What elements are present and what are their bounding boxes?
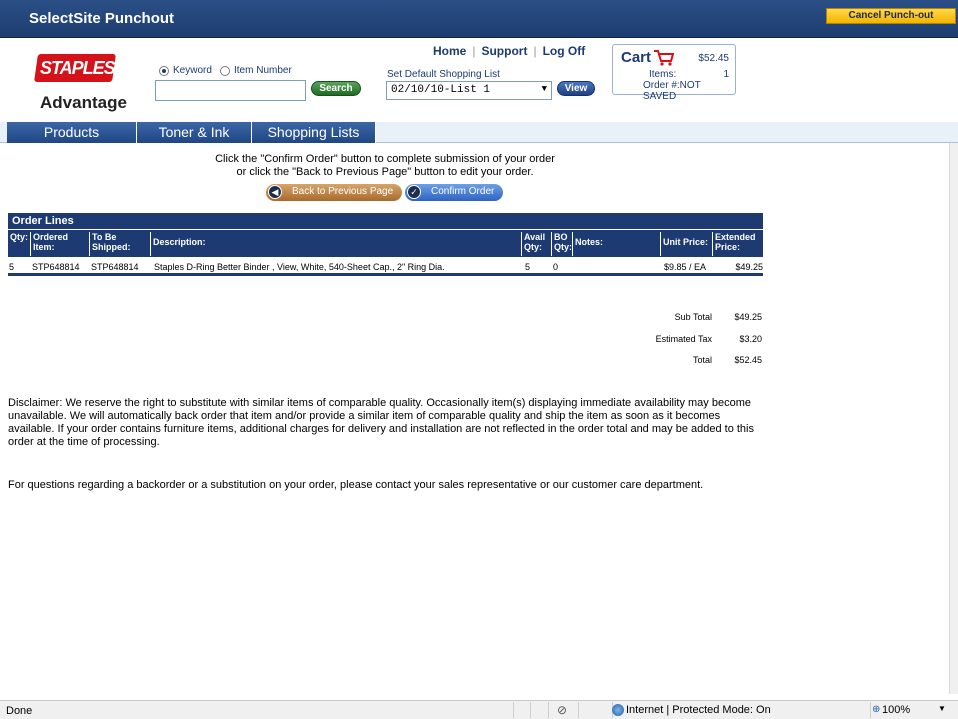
- confirm-order-button[interactable]: ✓ Confirm Order: [405, 184, 503, 201]
- cancel-punchout-button[interactable]: Cancel Punch-out: [826, 8, 956, 24]
- keyword-radio[interactable]: [159, 66, 169, 76]
- instruction-line-1: Click the "Confirm Order" button to comp…: [215, 153, 555, 165]
- cart-items-count: 1: [723, 69, 729, 80]
- shopping-list-select[interactable]: 02/10/10-List 1 ▼: [386, 81, 552, 100]
- back-button-label: Back to Previous Page: [292, 186, 394, 197]
- main-nav-tabs: Products Toner & Ink Shopping Lists: [0, 122, 958, 143]
- col-qty: Qty:: [10, 232, 28, 242]
- row-avail-qty: 5: [525, 262, 531, 272]
- status-divider: [870, 702, 871, 718]
- back-to-previous-page-button[interactable]: ◀ Back to Previous Page: [266, 184, 402, 201]
- col-notes: Notes:: [572, 232, 660, 256]
- row-unit-price: $9.85 / EA: [664, 262, 707, 272]
- subtotal-value: $49.25: [734, 312, 762, 322]
- status-text: Done: [6, 705, 33, 717]
- cart-label: Cart: [621, 49, 652, 66]
- arrow-left-icon: ◀: [268, 185, 282, 199]
- tab-shopping-lists[interactable]: Shopping Lists: [252, 122, 376, 143]
- site-header: STAPLES Advantage Keyword Item Number Se…: [0, 38, 958, 122]
- item-number-radio[interactable]: [220, 66, 230, 76]
- status-divider: [530, 702, 531, 718]
- search-input[interactable]: [155, 80, 306, 101]
- questions-text: For questions regarding a backorder or a…: [8, 479, 704, 491]
- row-to-be-shipped: STP648814: [91, 262, 139, 272]
- status-divider: [548, 702, 549, 718]
- instruction-line-2: or click the "Back to Previous Page" but…: [236, 166, 534, 178]
- order-lines-title: Order Lines: [8, 213, 763, 229]
- checkmark-icon: ✓: [407, 185, 421, 199]
- support-link[interactable]: Support: [481, 44, 527, 58]
- subtotal-label: Sub Total: [674, 312, 712, 322]
- col-extended-price: Extended Price:: [712, 232, 763, 256]
- dropdown-arrow-icon: ▼: [541, 84, 547, 94]
- security-zone: Internet | Protected Mode: On: [626, 704, 771, 716]
- row-qty: 5: [9, 262, 15, 272]
- cart-items-label: Items:: [649, 69, 677, 80]
- punchout-title-bar: SelectSite Punchout Cancel Punch-out: [0, 0, 958, 38]
- tax-label: Estimated Tax: [655, 334, 712, 344]
- disclaimer-text: Disclaimer: We reserve the right to subs…: [8, 397, 754, 448]
- header-nav: Home | Support | Log Off: [433, 44, 585, 58]
- col-ordered-item: Ordered Item:: [30, 232, 88, 256]
- shopping-list-label: Set Default Shopping List: [387, 69, 500, 80]
- row-extended-price: $49.25: [735, 262, 763, 272]
- globe-icon: [612, 704, 624, 716]
- vertical-scrollbar[interactable]: [949, 143, 958, 694]
- view-list-button[interactable]: View: [557, 81, 595, 96]
- col-description: Description:: [150, 232, 520, 256]
- home-link[interactable]: Home: [433, 44, 466, 58]
- col-bo-qty: BO Qty:: [551, 232, 572, 256]
- tab-products[interactable]: Products: [7, 122, 137, 143]
- zoom-icon: ⊕: [872, 704, 881, 715]
- status-divider: [578, 702, 579, 718]
- shopping-list-selected: 02/10/10-List 1: [391, 84, 491, 96]
- col-to-be-shipped: To Be Shipped:: [89, 232, 149, 256]
- zoom-level[interactable]: 100%: [882, 704, 910, 716]
- nav-separator: |: [472, 44, 476, 58]
- col-avail-qty: Avail Qty:: [521, 232, 551, 256]
- log-off-link[interactable]: Log Off: [543, 44, 586, 58]
- search-button[interactable]: Search: [311, 81, 361, 96]
- logo-subtitle: Advantage: [40, 93, 127, 112]
- row-bo-qty: 0: [553, 262, 559, 272]
- keyword-radio-label: Keyword: [173, 65, 212, 76]
- cart-icon: [654, 50, 675, 66]
- tax-value: $3.20: [739, 334, 762, 344]
- order-table-header: Qty: Ordered Item: To Be Shipped: Descri…: [8, 230, 763, 257]
- confirm-button-label: Confirm Order: [431, 186, 495, 197]
- table-row: 5 STP648814 STP648814 Staples D-Ring Bet…: [8, 258, 763, 276]
- row-description: Staples D-Ring Better Binder , View, Whi…: [154, 262, 445, 272]
- zoom-dropdown-icon[interactable]: ▼: [938, 704, 946, 713]
- total-label: Total: [692, 355, 712, 365]
- status-divider: [513, 702, 514, 718]
- browser-status-bar: Done ⊘ Internet | Protected Mode: On ⊕ 1…: [0, 700, 958, 719]
- cart-total: $52.45: [698, 53, 729, 64]
- item-number-radio-label: Item Number: [234, 65, 292, 76]
- logo-text: STAPLES: [40, 58, 116, 78]
- app-title: SelectSite Punchout: [29, 10, 175, 27]
- popup-blocker-icon[interactable]: ⊘: [557, 703, 567, 717]
- cart-order-number: Order #:NOT SAVED: [643, 80, 701, 102]
- nav-separator: |: [533, 44, 537, 58]
- total-value: $52.45: [734, 355, 762, 365]
- cart-summary[interactable]: Cart $52.45 Items: 1 Order #:NOT SAVED: [612, 44, 736, 102]
- row-ordered-item: STP648814: [32, 262, 80, 272]
- tab-toner-ink[interactable]: Toner & Ink: [137, 122, 252, 143]
- col-unit-price: Unit Price:: [660, 232, 712, 256]
